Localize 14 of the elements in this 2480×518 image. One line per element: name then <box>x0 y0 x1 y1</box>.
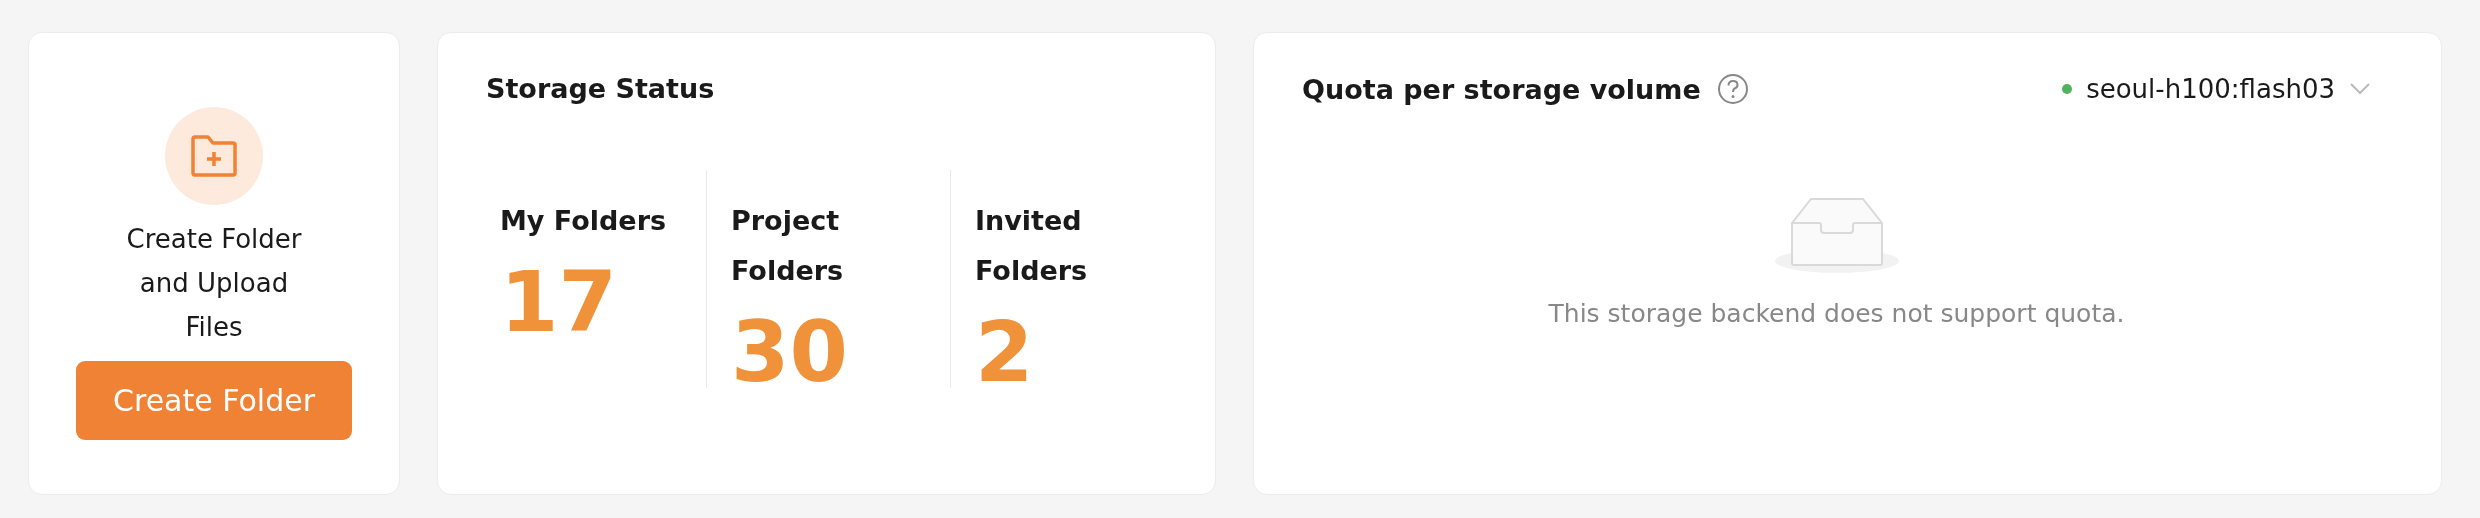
stat-label: Project Folders <box>731 204 845 288</box>
create-folder-description: Create Folder and Upload Files <box>125 223 303 344</box>
stat-label: Invited Folders <box>975 204 1089 288</box>
stat-value: 2 <box>975 302 1035 402</box>
volume-select[interactable]: seoul-h100:flash03 <box>2062 74 2371 104</box>
help-icon[interactable] <box>1716 73 1749 105</box>
stat-value: 30 <box>731 302 849 402</box>
stat-value: 17 <box>500 252 618 352</box>
status-dot <box>2062 84 2073 94</box>
empty-message: This storage backend does not support quota. <box>1548 299 2125 328</box>
stat-label: My Folders <box>500 204 668 238</box>
card-title: Storage Status <box>486 73 716 104</box>
card-title: Quota per storage volume <box>1302 73 1701 105</box>
chevron-down-icon <box>2349 82 2371 96</box>
